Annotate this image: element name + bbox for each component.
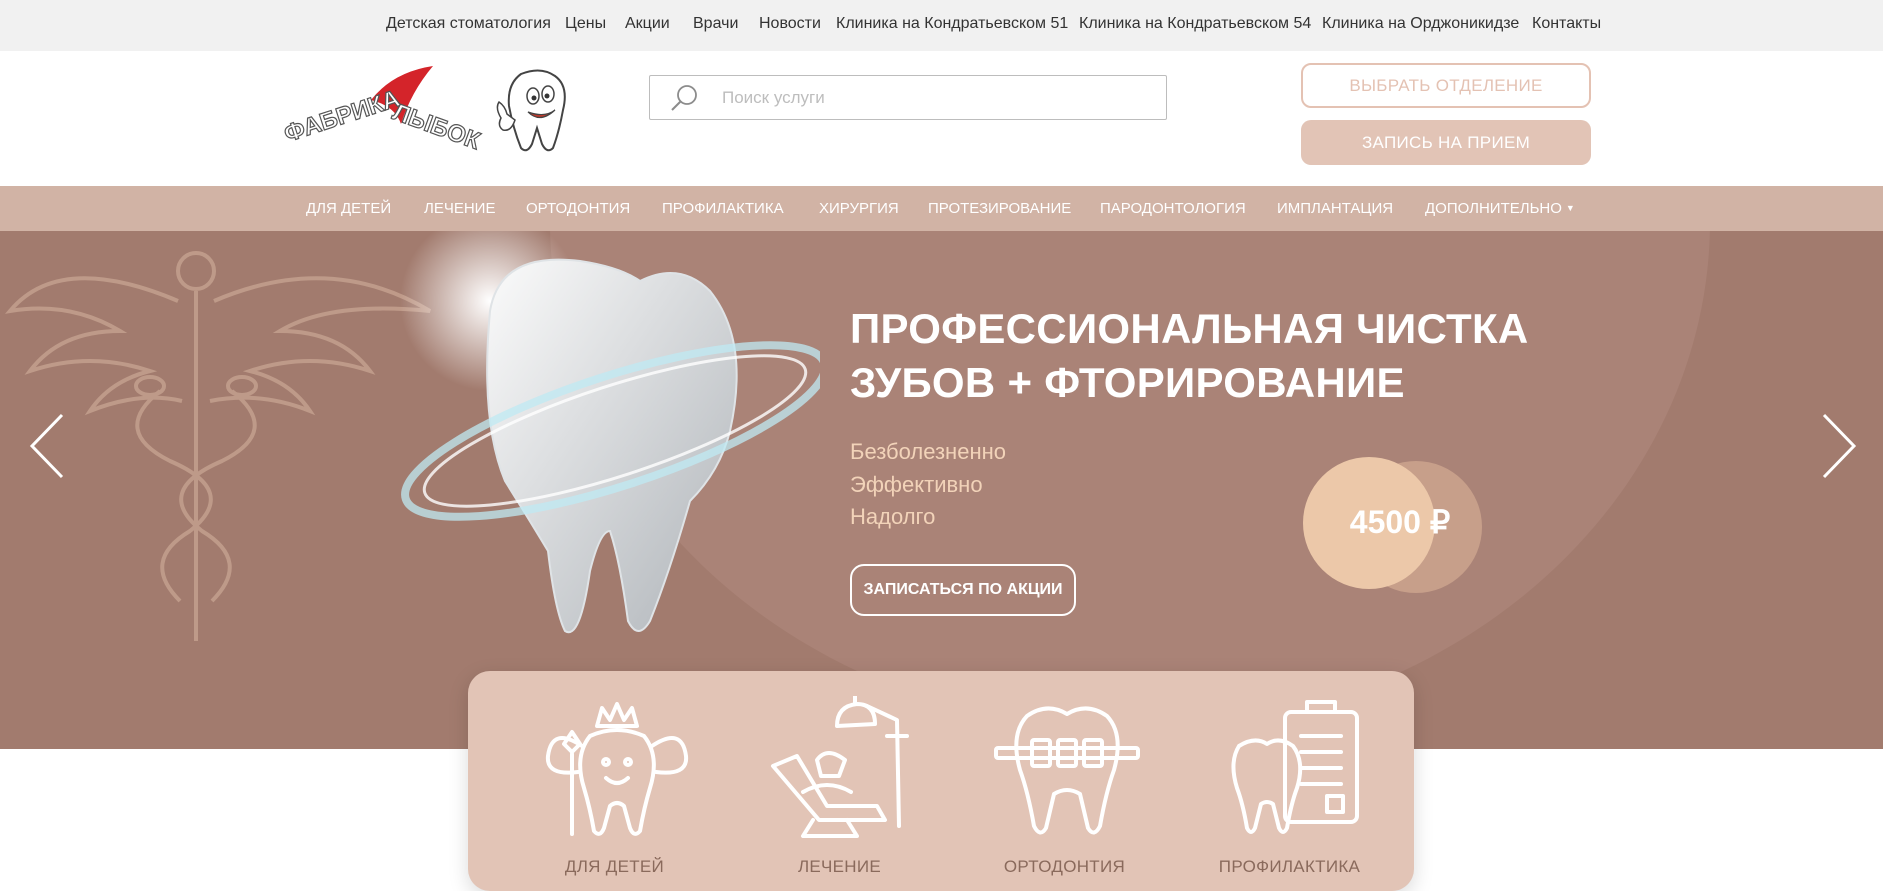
service-label-prevention: ПРОФИЛАКТИКА xyxy=(1218,857,1361,876)
nav-item-prevention[interactable]: ПРОФИЛАКТИКА xyxy=(662,200,784,217)
service-kids[interactable]: ДЛЯ ДЕТЕЙ xyxy=(502,671,727,891)
topnav-link-clinic-kondratyevsky-54[interactable]: Клиника на Кондратьевском 54 xyxy=(1079,15,1311,33)
slider-prev-arrow-icon[interactable] xyxy=(28,411,68,481)
service-treatment[interactable]: ЛЕЧЕНИЕ xyxy=(727,671,952,891)
choose-branch-button[interactable]: ВЫБРАТЬ ОТДЕЛЕНИЕ xyxy=(1301,63,1591,108)
service-label-kids: ДЛЯ ДЕТЕЙ xyxy=(564,857,665,876)
nav-item-kids[interactable]: ДЛЯ ДЕТЕЙ xyxy=(306,200,391,217)
nav-item-orthodontics[interactable]: ОРТОДОНТИЯ xyxy=(526,200,630,217)
top-navigation: Детская стоматология Цены Акции Врачи Но… xyxy=(0,0,1883,51)
appointment-button[interactable]: ЗАПИСЬ НА ПРИЕМ xyxy=(1301,120,1591,165)
hero-title-line2: ЗУБОВ + ФТОРИРОВАНИЕ xyxy=(850,359,1405,406)
nav-item-additional[interactable]: ДОПОЛНИТЕЛЬНО ▼ xyxy=(1425,200,1575,217)
tooth-braces-icon xyxy=(994,706,1140,835)
search-box xyxy=(649,75,1167,120)
service-label-treatment: ЛЕЧЕНИЕ xyxy=(797,857,882,876)
tooth-illustration xyxy=(400,231,820,634)
service-orthodontics[interactable]: ОРТОДОНТИЯ xyxy=(952,671,1177,891)
hero-feature-longlasting: Надолго xyxy=(850,504,936,529)
topnav-link-promotions[interactable]: Акции xyxy=(625,15,670,33)
tooth-fairy-icon xyxy=(545,702,689,836)
site-logo[interactable]: ФАБРИКА ЛЫБОК xyxy=(280,62,583,156)
nav-item-additional-label: ДОПОЛНИТЕЛЬНО xyxy=(1425,200,1562,217)
topnav-link-prices[interactable]: Цены xyxy=(565,15,606,33)
hero-feature-effective: Эффективно xyxy=(850,472,983,497)
dental-chair-icon xyxy=(771,696,909,838)
tooth-checklist-icon xyxy=(1231,700,1359,834)
price-value: 4500 ₽ xyxy=(1349,504,1451,540)
promo-signup-button[interactable]: ЗАПИСАТЬСЯ ПО АКЦИИ xyxy=(850,564,1076,616)
topnav-link-doctors[interactable]: Врачи xyxy=(693,15,738,33)
nav-item-implantation[interactable]: ИМПЛАНТАЦИЯ xyxy=(1277,200,1393,217)
nav-item-surgery[interactable]: ХИРУРГИЯ xyxy=(819,200,899,217)
caret-down-icon: ▼ xyxy=(1565,203,1575,213)
search-icon[interactable] xyxy=(670,83,700,113)
nav-item-periodontology[interactable]: ПАРОДОНТОЛОГИЯ xyxy=(1100,200,1246,217)
search-input[interactable] xyxy=(720,76,1150,119)
service-prevention[interactable]: ПРОФИЛАКТИКА xyxy=(1177,671,1402,891)
hero-title-line1: ПРОФЕССИОНАЛЬНАЯ ЧИСТКА xyxy=(850,305,1529,352)
nav-item-treatment[interactable]: ЛЕЧЕНИЕ xyxy=(424,200,495,217)
topnav-link-news[interactable]: Новости xyxy=(759,15,821,33)
service-label-orthodontics: ОРТОДОНТИЯ xyxy=(1003,857,1126,876)
topnav-link-kids-dentistry[interactable]: Детская стоматология xyxy=(386,15,551,33)
slider-next-arrow-icon[interactable] xyxy=(1818,411,1858,481)
topnav-link-clinic-ordzhonikidze[interactable]: Клиника на Орджоникидзе xyxy=(1322,15,1519,33)
nav-item-prosthetics[interactable]: ПРОТЕЗИРОВАНИЕ xyxy=(928,200,1071,217)
hero-feature-painless: Безболезненно xyxy=(850,439,1006,464)
topnav-link-contacts[interactable]: Контакты xyxy=(1532,15,1601,33)
logo-text-2: ЛЫБОК xyxy=(389,99,484,156)
logo-text-1: ФАБРИКА xyxy=(283,85,403,148)
main-navigation: ДЛЯ ДЕТЕЙ ЛЕЧЕНИЕ ОРТОДОНТИЯ ПРОФИЛАКТИК… xyxy=(0,186,1883,231)
services-panel: ДЛЯ ДЕТЕЙ ЛЕЧЕНИЕ ОРТОДОНТИЯ ПРОФИЛАКТИК… xyxy=(468,671,1414,891)
topnav-link-clinic-kondratyevsky-51[interactable]: Клиника на Кондратьевском 51 xyxy=(836,15,1068,33)
